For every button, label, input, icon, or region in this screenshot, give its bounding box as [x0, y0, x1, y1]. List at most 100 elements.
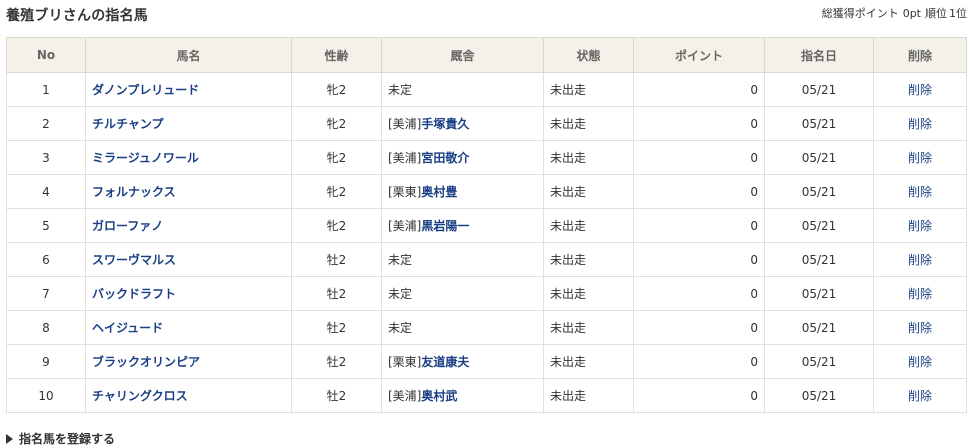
- delete-link[interactable]: 削除: [908, 83, 932, 97]
- stable-undecided: 未定: [388, 287, 413, 301]
- row-number: 9: [6, 344, 86, 379]
- delete-link[interactable]: 削除: [908, 355, 932, 369]
- sex-age: 牝2: [291, 208, 382, 243]
- status: 未出走: [543, 208, 634, 243]
- delete-cell: 削除: [873, 106, 967, 141]
- horse-name-link[interactable]: チルチャンプ: [92, 117, 164, 131]
- horse-name-cell: ミラージュノワール: [85, 140, 292, 175]
- register-nominee-link[interactable]: 指名馬を登録する: [6, 431, 115, 447]
- sex-age: 牡2: [291, 276, 382, 311]
- horse-name-link[interactable]: ミラージュノワール: [92, 151, 199, 165]
- points: 0: [633, 378, 765, 413]
- delete-cell: 削除: [873, 344, 967, 379]
- delete-cell: 削除: [873, 310, 967, 345]
- points: 0: [633, 208, 765, 243]
- horse-name-link[interactable]: ヘイジュード: [92, 321, 163, 335]
- row-number: 6: [6, 242, 86, 277]
- page: 養殖ブリさんの指名馬 総獲得ポイント 0pt 順位 1位 No 馬名 性齢 厩舎 状態…: [0, 0, 973, 448]
- horse-name-cell: ブラックオリンピア: [85, 344, 292, 379]
- column-header-no: No: [6, 37, 86, 73]
- trainer-link[interactable]: 黒岩陽一: [421, 219, 469, 233]
- status: 未出走: [543, 378, 634, 413]
- column-header-status: 状態: [543, 37, 634, 73]
- sex-age: 牡2: [291, 344, 382, 379]
- row-number: 5: [6, 208, 86, 243]
- points: 0: [633, 344, 765, 379]
- stable-cell: 未定: [381, 72, 544, 107]
- trainer-link[interactable]: 宮田敬介: [421, 151, 469, 165]
- row-number: 4: [6, 174, 86, 209]
- table-row: 4 フォルナックス 牝2 [栗東]奥村豊 未出走 0 05/21 削除: [6, 174, 967, 209]
- nomination-date: 05/21: [764, 242, 874, 277]
- trainer-link[interactable]: 奥村豊: [421, 185, 457, 199]
- delete-cell: 削除: [873, 276, 967, 311]
- nomination-date: 05/21: [764, 208, 874, 243]
- delete-link[interactable]: 削除: [908, 389, 932, 403]
- sex-age: 牝2: [291, 72, 382, 107]
- status: 未出走: [543, 140, 634, 175]
- sex-age: 牡2: [291, 378, 382, 413]
- status: 未出走: [543, 344, 634, 379]
- nomination-date: 05/21: [764, 174, 874, 209]
- table-row: 1 ダノンプレリュード 牝2 未定 未出走 0 05/21 削除: [6, 72, 967, 107]
- horse-name-cell: ダノンプレリュード: [85, 72, 292, 107]
- page-title: 養殖ブリさんの指名馬: [6, 8, 148, 24]
- trainer-link[interactable]: 奥村武: [421, 389, 457, 403]
- register-nominee-label: 指名馬を登録する: [19, 432, 116, 446]
- delete-cell: 削除: [873, 174, 967, 209]
- sex-age: 牡2: [291, 310, 382, 345]
- points: 0: [633, 72, 765, 107]
- delete-link[interactable]: 削除: [908, 219, 932, 233]
- horse-name-link[interactable]: ガローファノ: [92, 219, 163, 233]
- delete-link[interactable]: 削除: [908, 185, 932, 199]
- stable-undecided: 未定: [388, 83, 413, 97]
- status: 未出走: [543, 276, 634, 311]
- horse-name-link[interactable]: ブラックオリンピア: [92, 355, 200, 369]
- horse-name-cell: チルチャンプ: [85, 106, 292, 141]
- horse-name-link[interactable]: ダノンプレリュード: [92, 83, 199, 97]
- horse-name-cell: スワーヴマルス: [85, 242, 292, 277]
- column-header-name: 馬名: [85, 37, 292, 73]
- horse-name-link[interactable]: フォルナックス: [92, 185, 176, 199]
- stable-cell: [栗東]奥村豊: [381, 174, 544, 209]
- horse-name-cell: バックドラフト: [85, 276, 292, 311]
- table-row: 5 ガローファノ 牝2 [美浦]黒岩陽一 未出走 0 05/21 削除: [6, 208, 967, 243]
- nomination-date: 05/21: [764, 310, 874, 345]
- horse-name-link[interactable]: スワーヴマルス: [92, 253, 176, 267]
- page-header: 養殖ブリさんの指名馬 総獲得ポイント 0pt 順位 1位: [6, 5, 967, 27]
- triangle-right-icon: [6, 434, 13, 444]
- points-value: 0pt: [902, 7, 921, 20]
- delete-link[interactable]: 削除: [908, 287, 932, 301]
- row-number: 8: [6, 310, 86, 345]
- delete-link[interactable]: 削除: [908, 253, 932, 267]
- table-header-row: No 馬名 性齢 厩舎 状態 ポイント 指名日 削除: [6, 37, 967, 73]
- delete-link[interactable]: 削除: [908, 151, 932, 165]
- nomination-date: 05/21: [764, 344, 874, 379]
- points: 0: [633, 106, 765, 141]
- table-row: 10 チャリングクロス 牡2 [美浦]奥村武 未出走 0 05/21 削除: [6, 378, 967, 413]
- trainer-link[interactable]: 友道康夫: [421, 355, 469, 369]
- nomination-date: 05/21: [764, 72, 874, 107]
- nomination-date: 05/21: [764, 276, 874, 311]
- stable-cell: 未定: [381, 242, 544, 277]
- stable-region: [美浦]: [388, 389, 422, 403]
- delete-link[interactable]: 削除: [908, 321, 932, 335]
- delete-cell: 削除: [873, 242, 967, 277]
- row-number: 2: [6, 106, 86, 141]
- horse-name-cell: ガローファノ: [85, 208, 292, 243]
- rank-label: 順位: [925, 7, 947, 20]
- horse-name-link[interactable]: バックドラフト: [92, 287, 176, 301]
- status: 未出走: [543, 106, 634, 141]
- status: 未出走: [543, 310, 634, 345]
- delete-link[interactable]: 削除: [908, 117, 932, 131]
- status: 未出走: [543, 174, 634, 209]
- table-row: 2 チルチャンプ 牝2 [美浦]手塚貴久 未出走 0 05/21 削除: [6, 106, 967, 141]
- row-number: 3: [6, 140, 86, 175]
- trainer-link[interactable]: 手塚貴久: [421, 117, 469, 131]
- table-row: 9 ブラックオリンピア 牡2 [栗東]友道康夫 未出走 0 05/21 削除: [6, 344, 967, 379]
- sex-age: 牝2: [291, 140, 382, 175]
- points-summary: 総獲得ポイント 0pt 順位 1位: [818, 5, 967, 23]
- column-header-date: 指名日: [764, 37, 874, 73]
- stable-region: [美浦]: [388, 219, 422, 233]
- horse-name-link[interactable]: チャリングクロス: [92, 389, 188, 403]
